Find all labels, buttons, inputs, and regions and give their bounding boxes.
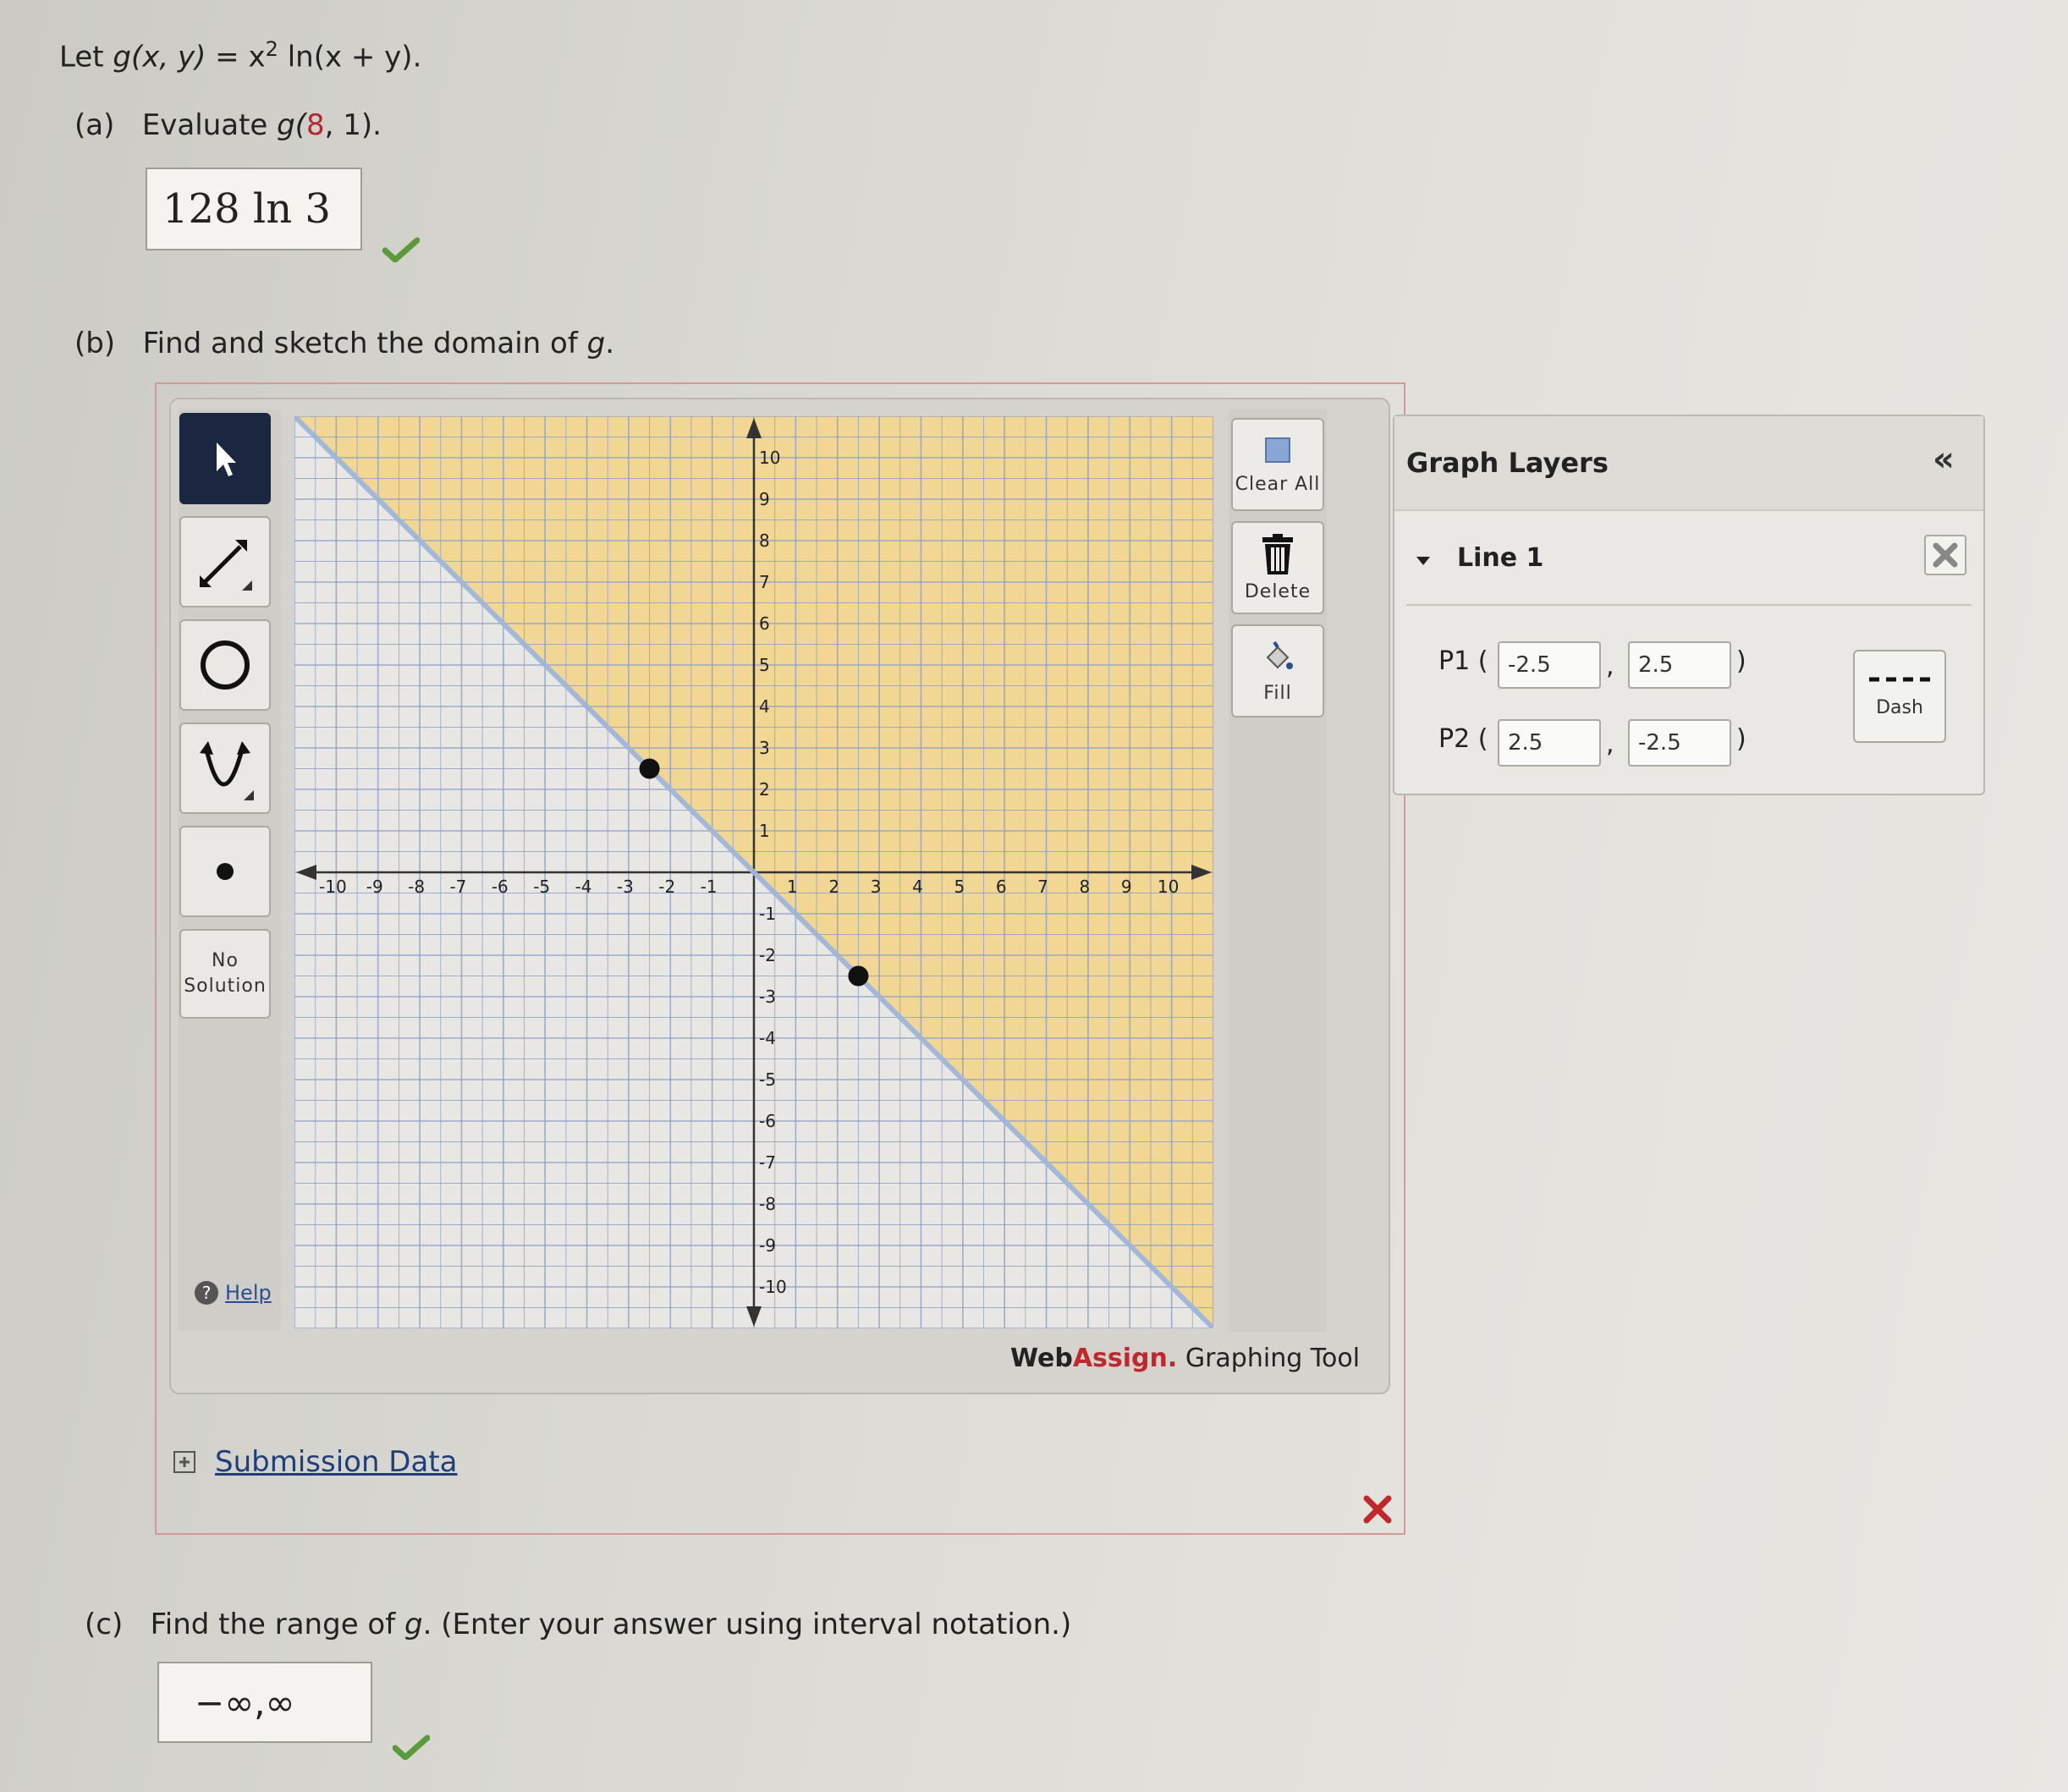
divider: [1406, 604, 1972, 606]
y-tick-label: -7: [759, 1152, 776, 1173]
y-tick-label: -2: [759, 945, 776, 965]
y-tick-label: 10: [759, 448, 780, 468]
p1-x-input[interactable]: -2.5: [1498, 641, 1601, 689]
remove-layer-button[interactable]: [1924, 535, 1966, 575]
y-tick-label: 2: [759, 779, 770, 800]
y-tick-label: 5: [759, 655, 770, 675]
paint-bucket-icon: [1266, 640, 1293, 669]
line-point: [639, 758, 660, 779]
help-link[interactable]: ? Help: [193, 1279, 272, 1306]
x-tick-label: -10: [319, 877, 347, 897]
part-a-answer-field[interactable]: 128 ln 3: [146, 168, 362, 250]
function-definition: Let g(x, y) = x2 ln(x + y).: [59, 37, 422, 74]
y-tick-label: 3: [759, 738, 770, 758]
part-c-answer-field[interactable]: −∞,∞: [157, 1662, 372, 1743]
submission-data-toggle[interactable]: Submission Data: [173, 1445, 458, 1479]
line-point: [848, 965, 869, 987]
part-a-prompt: (a) Evaluate g(8, 1).: [74, 108, 382, 142]
parabola-tool-button[interactable]: [179, 723, 271, 814]
line-tool-button[interactable]: [179, 516, 271, 607]
y-tick-label: -3: [759, 987, 776, 1007]
x-tick-label: 9: [1121, 877, 1132, 897]
y-tick-label: -5: [759, 1069, 776, 1090]
trash-icon: [1262, 533, 1293, 574]
line-segment-icon: [200, 540, 252, 591]
p1-label: P1 (: [1438, 646, 1488, 676]
y-tick-label: -8: [759, 1194, 776, 1214]
circle-icon: [201, 640, 250, 690]
graph-layers-header: Graph Layers «: [1394, 416, 1983, 511]
p2-x-input[interactable]: 2.5: [1498, 719, 1601, 767]
select-tool-button[interactable]: [179, 413, 271, 504]
coordinate-plane[interactable]: -10 -9 -8 -7 -6 -5 -4 -3 -2 -1 1 2 3 4 5 6 7 8 9 10 10 9 8 7 6 5 4…: [294, 416, 1213, 1328]
svg-text:?: ?: [202, 1283, 212, 1303]
x-tick-label: 7: [1037, 877, 1048, 897]
correct-check-icon: [393, 1734, 430, 1760]
y-tick-label: -9: [759, 1235, 776, 1256]
circle-tool-button[interactable]: [179, 619, 271, 711]
y-tick-label: 7: [759, 572, 770, 592]
x-tick-label: -2: [658, 877, 675, 897]
dash-toggle-button[interactable]: Dash: [1853, 650, 1946, 743]
webassign-brand: WebAssign. Graphing Tool: [1010, 1344, 1361, 1373]
p1-comma: ,: [1606, 651, 1614, 681]
dashed-line-icon: [1869, 677, 1930, 681]
x-tick-label: 3: [871, 877, 882, 897]
x-tick-label: 10: [1158, 877, 1179, 897]
y-tick-label: 6: [759, 613, 770, 634]
pointer-icon: [217, 443, 236, 476]
x-tick-label: 5: [954, 877, 965, 897]
x-tick-label: -9: [366, 877, 383, 897]
x-tick-label: -3: [617, 877, 634, 897]
y-tick-label: -10: [759, 1277, 787, 1297]
x-tick-label: 1: [787, 877, 798, 897]
x-tick-label: -1: [701, 877, 718, 897]
y-tick-label: -1: [759, 904, 776, 924]
clear-all-button[interactable]: Clear All: [1231, 418, 1324, 511]
y-tick-label: 9: [759, 489, 770, 509]
p2-comma: ,: [1606, 729, 1614, 759]
help-icon: ?: [195, 1281, 218, 1305]
p2-y-input[interactable]: -2.5: [1628, 719, 1731, 767]
part-b-prompt: (b) Find and sketch the domain of g.: [74, 327, 615, 360]
p2-close-paren: ): [1736, 724, 1746, 754]
expand-caret-icon[interactable]: [1415, 555, 1432, 567]
x-tick-label: 8: [1080, 877, 1091, 897]
y-tick-label: 1: [759, 821, 770, 841]
x-tick-label: -7: [449, 877, 466, 897]
parabola-icon: [200, 741, 254, 800]
layer-name: Line 1: [1457, 543, 1544, 573]
y-tick-label: 8: [759, 530, 770, 551]
x-tick-label: -6: [492, 877, 509, 897]
point-icon: [217, 863, 234, 880]
correct-check-icon: [382, 237, 420, 262]
graph-layers-panel: Graph Layers « Line 1 P1 ( -2.5 , 2.5 ) …: [1393, 415, 1985, 795]
graph-layers-title: Graph Layers: [1406, 447, 1609, 479]
p1-close-paren: ): [1736, 646, 1746, 676]
x-tick-label: -5: [533, 877, 550, 897]
x-tick-label: 6: [996, 877, 1007, 897]
incorrect-x-icon: [1363, 1495, 1392, 1524]
close-icon: [1933, 542, 1958, 568]
x-tick-label: 2: [828, 877, 839, 897]
delete-button[interactable]: Delete: [1231, 521, 1324, 614]
no-solution-button[interactable]: No Solution: [179, 929, 271, 1019]
x-tick-label: 4: [912, 877, 923, 897]
collapse-panel-button[interactable]: «: [1933, 440, 1955, 479]
p2-label: P2 (: [1438, 724, 1488, 754]
expand-plus-icon: [173, 1451, 195, 1473]
y-tick-label: -4: [759, 1028, 776, 1048]
x-tick-label: -8: [408, 877, 425, 897]
x-tick-label: -4: [575, 877, 592, 897]
fill-button[interactable]: Fill: [1231, 624, 1324, 717]
point-tool-button[interactable]: [179, 826, 271, 917]
y-tick-label: 4: [759, 696, 770, 717]
y-tick-label: -6: [759, 1111, 776, 1131]
part-c-prompt: (c) Find the range of g. (Enter your ans…: [85, 1608, 1072, 1641]
p1-y-input[interactable]: 2.5: [1628, 641, 1731, 689]
clear-all-icon: [1265, 437, 1290, 463]
